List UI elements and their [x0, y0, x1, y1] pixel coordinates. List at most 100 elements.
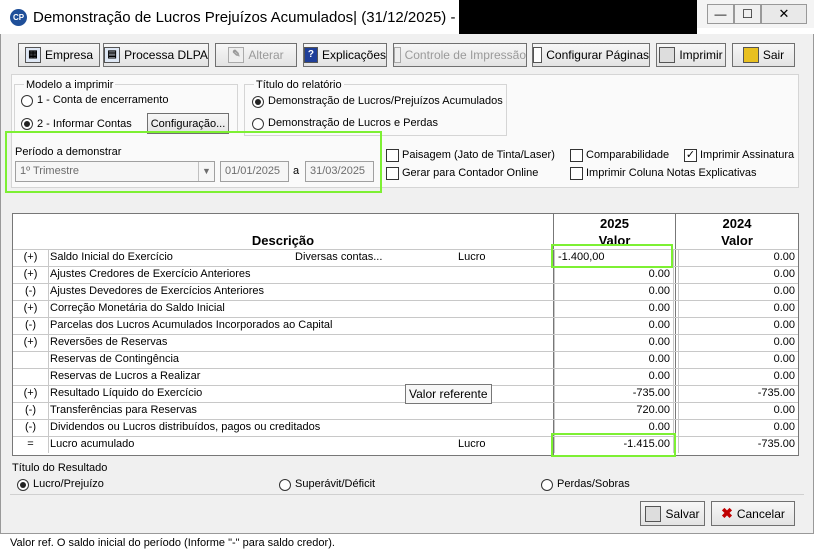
processa-dlpa-button[interactable]: ▤ Processa DLPA [103, 43, 209, 67]
row-value-2024[interactable]: 0.00 [678, 318, 798, 334]
row-value-2025[interactable]: 0.00 [554, 318, 674, 334]
row-value-2025[interactable]: 0.00 [554, 267, 674, 283]
resultado-opt1-label: Lucro/Prejuízo [33, 478, 104, 490]
row-type: Lucro [458, 251, 486, 263]
table-row: (+) Correção Monetária do Saldo Inicial 0.… [13, 300, 798, 317]
table-row: (-) Transferências para Reservas 720.00 0.0… [13, 402, 798, 419]
table-row: (+) Saldo Inicial do Exercício Diversas co… [13, 249, 798, 266]
imprimir-assinatura-checkbox[interactable]: ✓ [684, 149, 697, 162]
tooltip: Valor referente [405, 384, 492, 404]
row-sign: (+) [13, 250, 49, 266]
configurar-label: Configurar Páginas [546, 48, 649, 62]
empresa-button[interactable]: ▦ Empresa [18, 43, 100, 67]
titulo-opt1-radio[interactable] [252, 96, 264, 108]
row-sign: = [13, 437, 49, 453]
saldo-inicial-highlight [551, 244, 673, 268]
modelo-opt1-label: 1 - Conta de encerramento [37, 94, 169, 106]
sair-label: Sair [762, 48, 785, 62]
notas-label: Imprimir Coluna Notas Explicativas [586, 167, 757, 179]
row-sign: (-) [13, 284, 49, 300]
row-value-2025[interactable]: 0.00 [554, 335, 674, 351]
cancelar-label: Cancelar [736, 506, 785, 521]
row-description: Parcelas dos Lucros Acumulados Incorpora… [50, 319, 333, 331]
resultado-opt2-radio[interactable] [279, 479, 291, 491]
row-sign: (+) [13, 267, 49, 283]
check-icon: ✓ [685, 149, 696, 161]
explicacoes-label: Explicações [321, 48, 386, 62]
table-row: (-) Dividendos ou Lucros distribuídos, pa… [13, 419, 798, 436]
row-value-2025[interactable]: 0.00 [554, 369, 674, 385]
row-sign: (+) [13, 335, 49, 351]
row-value-2024[interactable]: 0.00 [678, 420, 798, 436]
resultado-opt3-radio[interactable] [541, 479, 553, 491]
row-value-2024[interactable]: 0.00 [678, 369, 798, 385]
row-value-2024[interactable]: 0.00 [678, 284, 798, 300]
row-value-2024[interactable]: 0.00 [678, 301, 798, 317]
cancel-x-icon: ✖ [721, 505, 733, 521]
row-value-2024[interactable]: 0.00 [678, 403, 798, 419]
imprimir-label: Imprimir [679, 48, 723, 62]
titulo-opt2-radio[interactable] [252, 118, 264, 130]
row-value-2024[interactable]: -735.00 [678, 437, 798, 453]
salvar-button[interactable]: Salvar [640, 501, 705, 526]
table-row: (+) Reversões de Reservas 0.00 0.00 [13, 334, 798, 351]
row-value-2024[interactable]: 0.00 [678, 335, 798, 351]
row-value-2024[interactable]: -735.00 [678, 386, 798, 402]
sair-button[interactable]: Sair [732, 43, 795, 67]
comparabilidade-checkbox[interactable] [570, 149, 583, 162]
row-sign: (-) [13, 420, 49, 436]
empresa-label: Empresa [44, 48, 94, 62]
row-value-2025[interactable]: 0.00 [554, 301, 674, 317]
row-value-2024[interactable]: 0.00 [678, 250, 798, 266]
page-icon [533, 47, 543, 63]
help-icon: ? [304, 47, 318, 63]
row-value-2025[interactable]: 720.00 [554, 403, 674, 419]
row-description: Reversões de Reservas [50, 336, 168, 348]
row-value-2025[interactable]: 0.00 [554, 284, 674, 300]
row-value-2025[interactable]: -735.00 [554, 386, 674, 402]
app-icon: CP [10, 9, 27, 26]
resultado-opt1-radio[interactable] [17, 479, 29, 491]
calendar-icon: ▦ [24, 47, 41, 63]
paisagem-checkbox[interactable] [386, 149, 399, 162]
table-row: = Lucro acumulado Lucro -1.415.00 -735.00 [13, 436, 798, 453]
row-description: Ajustes Devedores de Exercícios Anterior… [50, 285, 264, 297]
resultado-opt2-label: Superávit/Déficit [295, 478, 376, 490]
row-value-2024[interactable]: 0.00 [678, 267, 798, 283]
row-description: Saldo Inicial do Exercício [50, 251, 173, 263]
close-button[interactable]: ✕ [761, 4, 807, 24]
row-sign: (-) [13, 318, 49, 334]
modelo-opt2-label: 2 - Informar Contas [37, 118, 132, 130]
row-value-2025[interactable]: 0.00 [554, 352, 674, 368]
row-value-2024[interactable]: 0.00 [678, 352, 798, 368]
save-icon [645, 505, 662, 522]
table-row: Reservas de Contingência 0.00 0.00 [13, 351, 798, 368]
modelo-opt2-radio[interactable] [21, 118, 33, 130]
row-accounts-link[interactable]: Diversas contas... [295, 250, 382, 266]
row-description: Correção Monetária do Saldo Inicial [50, 302, 225, 314]
row-description: Reservas de Lucros a Realizar [50, 370, 201, 382]
row-sign [13, 369, 49, 385]
configurar-paginas-button[interactable]: Configurar Páginas [532, 43, 650, 67]
resultado-title: Título do Resultado [12, 462, 108, 474]
printer-icon [659, 47, 676, 63]
cancelar-button[interactable]: ✖ Cancelar [711, 501, 795, 526]
explicacoes-button[interactable]: ? Explicações [303, 43, 387, 67]
imprimir-button[interactable]: Imprimir [656, 43, 726, 67]
calculator-icon: ▤ [104, 47, 121, 63]
maximize-button[interactable]: ☐ [734, 4, 761, 24]
minimize-button[interactable]: — [707, 4, 734, 24]
separator [10, 494, 804, 495]
salvar-label: Salvar [665, 506, 700, 521]
modelo-title: Modelo a imprimir [24, 79, 116, 91]
contador-label: Gerar para Contador Online [402, 167, 539, 179]
modelo-opt1-radio[interactable] [21, 95, 33, 107]
notas-checkbox[interactable] [570, 167, 583, 180]
desc-header: Descrição [251, 233, 315, 248]
contador-checkbox[interactable] [386, 167, 399, 180]
controle-impressao-button[interactable]: Controle de Impressão [393, 43, 527, 67]
alterar-button[interactable]: ✎ Alterar [215, 43, 297, 67]
comparabilidade-label: Comparabilidade [586, 149, 670, 161]
controle-label: Controle de Impressão [404, 48, 526, 62]
year2-header: 2024 [722, 216, 752, 231]
